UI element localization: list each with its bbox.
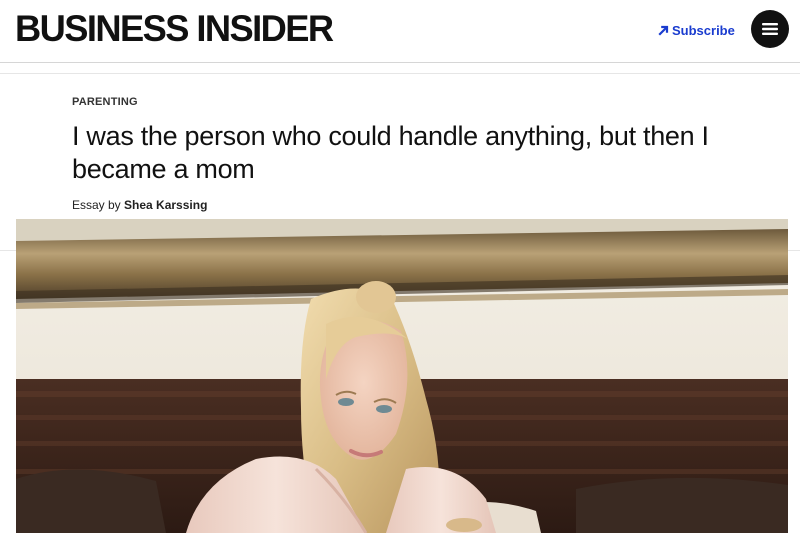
author-name[interactable]: Shea Karssing — [124, 198, 207, 212]
header-divider — [0, 73, 800, 74]
byline-prefix: Essay by — [72, 198, 125, 212]
byline: Essay by Shea Karssing — [72, 198, 752, 212]
article-headline: I was the person who could handle anythi… — [72, 121, 709, 184]
hero-photo — [16, 219, 788, 533]
category-label[interactable]: PARENTING — [72, 96, 752, 108]
hero-image — [16, 219, 788, 533]
arrow-up-right-icon — [658, 25, 669, 36]
site-logo[interactable]: BUSINESS INSIDER — [15, 8, 334, 50]
site-header: BUSINESS INSIDER Subscribe — [0, 0, 800, 63]
menu-button[interactable] — [751, 10, 789, 48]
article-header: PARENTING I was the person who could han… — [72, 90, 752, 212]
subscribe-link[interactable]: Subscribe — [658, 20, 735, 40]
hamburger-menu-icon — [762, 23, 778, 35]
subscribe-label: Subscribe — [672, 22, 735, 38]
